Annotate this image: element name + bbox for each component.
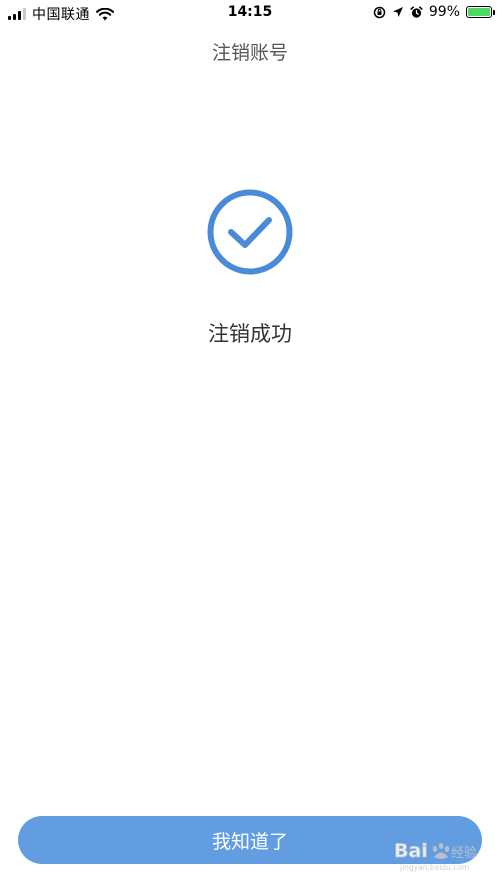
status-bar: 中国联通 14:15 99% [0, 0, 500, 26]
svg-text:jingyan.baidu.com: jingyan.baidu.com [399, 863, 469, 872]
rotation-lock-icon [373, 6, 386, 18]
svg-text:Bai: Bai [394, 840, 428, 862]
account-cancel-success-screen: 中国联通 14:15 99% 注销账号 注销成功 我知道了 Bai 经验 jin… [0, 0, 500, 889]
battery-tip [493, 10, 495, 15]
status-right: 99% [373, 4, 495, 20]
check-circle-icon [207, 189, 293, 275]
battery-fill [468, 8, 490, 16]
location-icon [392, 7, 403, 17]
alarm-icon [410, 5, 423, 18]
battery-percent: 99% [428, 4, 460, 20]
page-title: 注销账号 [211, 42, 288, 64]
success-message: 注销成功 [208, 322, 292, 346]
baidu-jingyan-watermark: Bai 经验 jingyan.baidu.com [394, 840, 476, 872]
svg-text:经验: 经验 [451, 845, 476, 861]
battery-icon [466, 6, 495, 18]
